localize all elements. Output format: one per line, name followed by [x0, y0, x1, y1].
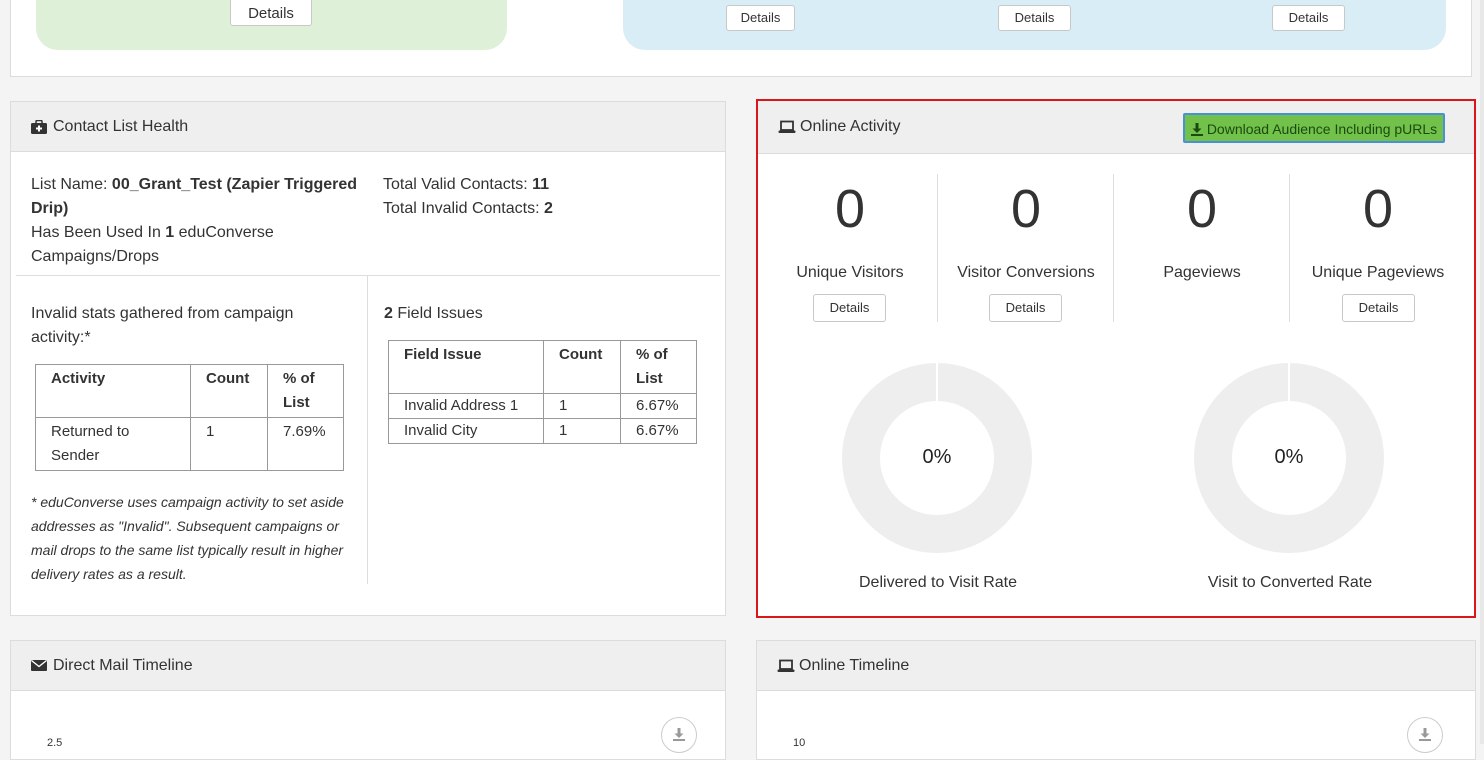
contact-list-health-header: Contact List Health: [11, 102, 725, 152]
field-issues-heading: 2 Field Issues: [384, 302, 483, 326]
count-cell: 1: [190, 417, 268, 471]
direct-mail-timeline-panel: Direct Mail Timeline 2.5: [10, 640, 726, 760]
download-audience-button[interactable]: Download Audience Including pURLs: [1183, 113, 1445, 143]
percent-col-header: % of List: [267, 364, 344, 418]
y-tick-label: 2.5: [47, 737, 63, 749]
laptop-icon: [778, 120, 796, 134]
blue-card-details-button-3[interactable]: Details: [1272, 5, 1345, 31]
field-issues-label: Field Issues: [392, 305, 483, 322]
unique-pageviews-value: 0: [1362, 179, 1394, 239]
activity-col-header: Activity: [35, 364, 191, 418]
delivered-to-visit-label: Delivered to Visit Rate: [859, 574, 1017, 591]
visit-to-converted-label: Visit to Converted Rate: [1207, 574, 1373, 591]
chart-download-button[interactable]: [661, 717, 697, 753]
pageviews-label: Pageviews: [1163, 264, 1241, 281]
unique-visitors-details-button[interactable]: Details: [813, 294, 886, 322]
invalid-footnote: * eduConverse uses campaign activity to …: [31, 494, 344, 582]
y-tick-label: 10: [793, 737, 806, 749]
unique-pageviews-details-button[interactable]: Details: [1342, 294, 1415, 322]
chart-download-button[interactable]: [1407, 717, 1443, 753]
online-timeline-panel: Online Timeline 10: [756, 640, 1476, 760]
used-in-count: 1: [165, 224, 175, 241]
pageviews-value: 0: [1186, 179, 1218, 239]
list-info: List Name: 00_Grant_Test (Zapier Trigger…: [31, 173, 361, 269]
unique-visitors-value: 0: [834, 179, 866, 239]
panel-title: Online Activity: [800, 118, 901, 135]
field-issues-count: 2: [384, 305, 393, 322]
online-activity-panel: Online Activity Download Audience Includ…: [756, 99, 1476, 618]
visitor-conversions-details-button[interactable]: Details: [989, 294, 1062, 322]
visitor-conversions-label: Visitor Conversions: [957, 264, 1095, 281]
invalid-contacts-value: 2: [543, 200, 553, 217]
visit-to-converted-value: 0%: [1274, 446, 1304, 468]
count-col-header: Count: [543, 340, 621, 394]
medkit-icon: [31, 119, 47, 134]
download-icon: [1419, 728, 1431, 746]
section-divider: [16, 275, 720, 276]
valid-contacts-value: 11: [532, 176, 550, 193]
delivered-to-visit-value: 0%: [922, 446, 952, 468]
invalid-contacts-label: Total Invalid Contacts:: [383, 200, 544, 217]
direct-mail-timeline-header: Direct Mail Timeline: [11, 641, 725, 691]
field-issues-table: Field Issue Count % of List Invalid Addr…: [388, 340, 697, 444]
contact-totals: Total Valid Contacts: 11 Total Invalid C…: [383, 173, 703, 221]
activity-table-header: Activity Count % of List: [35, 364, 344, 418]
activity-table: Activity Count % of List Returned to Sen…: [35, 364, 344, 471]
online-timeline-header: Online Timeline: [757, 641, 1475, 691]
download-icon: [673, 728, 685, 746]
blue-card-details-button-2[interactable]: Details: [998, 5, 1071, 31]
table-row: Invalid Address 1 1 6.67%: [388, 393, 697, 419]
visitor-conversions-value: 0: [1010, 179, 1042, 239]
activity-cell: Returned to Sender: [35, 417, 191, 471]
percent-col-header: % of List: [620, 340, 697, 394]
percent-cell: 6.67%: [620, 393, 697, 419]
panel-title: Direct Mail Timeline: [53, 656, 193, 674]
field-issue-col-header: Field Issue: [388, 340, 544, 394]
percent-cell: 7.69%: [267, 417, 344, 471]
blue-card-details-button-1[interactable]: Details: [726, 5, 795, 31]
valid-contacts-label: Total Valid Contacts:: [383, 176, 533, 193]
percent-cell: 6.67%: [620, 418, 697, 444]
table-row: Invalid City 1 6.67%: [388, 418, 697, 444]
panel-title: Online Timeline: [799, 656, 910, 674]
field-issue-cell: Invalid Address 1: [388, 393, 544, 419]
unique-visitors-label: Unique Visitors: [796, 264, 904, 281]
column-divider: [367, 276, 368, 584]
panel-title: Contact List Health: [53, 117, 189, 135]
unique-pageviews-label: Unique Pageviews: [1311, 264, 1445, 281]
envelope-icon: [31, 659, 47, 673]
green-card-details-button[interactable]: Details: [230, 0, 312, 26]
field-table-header: Field Issue Count % of List: [388, 340, 697, 394]
laptop-icon: [777, 659, 795, 673]
contact-list-health-panel: Contact List Health List Name: 00_Grant_…: [10, 101, 726, 616]
scrollbar-track[interactable]: [1480, 0, 1484, 744]
count-col-header: Count: [190, 364, 268, 418]
invalid-intro: Invalid stats gathered from campaign act…: [31, 305, 294, 346]
count-cell: 1: [543, 393, 621, 419]
field-issue-cell: Invalid City: [388, 418, 544, 444]
used-in-prefix: Has Been Used In: [31, 224, 166, 241]
count-cell: 1: [543, 418, 621, 444]
download-button-label: Download Audience Including pURLs: [1206, 121, 1438, 137]
table-row: Returned to Sender 1 7.69%: [35, 417, 344, 471]
download-icon: [1190, 117, 1203, 145]
list-name-label: List Name:: [31, 176, 112, 193]
